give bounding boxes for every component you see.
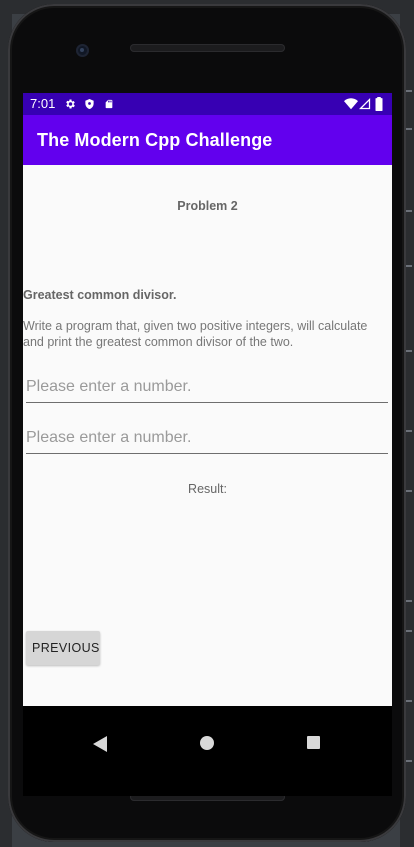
recents-icon[interactable]	[307, 736, 320, 749]
problem-description: Write a program that, given two positive…	[23, 319, 368, 349]
problem-heading: Greatest common divisor.	[23, 288, 177, 302]
signal-icon	[359, 97, 371, 110]
front-camera	[76, 44, 89, 57]
app-title: The Modern Cpp Challenge	[37, 130, 273, 150]
settings-icon	[66, 99, 75, 109]
wifi-icon	[344, 98, 358, 110]
problem-title: Problem 2	[177, 199, 238, 213]
sd-card-icon	[105, 99, 113, 109]
main-content: Problem 2 Greatest common divisor. Write…	[23, 165, 392, 706]
status-time: 7:01	[30, 96, 56, 111]
device-screen: 7:01 The Modern Cpp Challenge Problem 2 …	[23, 93, 392, 796]
phone-frame: 7:01 The Modern Cpp Challenge Problem 2 …	[8, 4, 406, 842]
status-bar: 7:01	[23, 93, 392, 115]
top-speaker	[130, 44, 285, 52]
result-label: Result:	[188, 482, 227, 496]
shield-icon	[85, 98, 94, 110]
back-icon[interactable]	[93, 736, 107, 752]
second-number-input[interactable]	[26, 425, 388, 454]
navigation-bar	[23, 706, 392, 796]
previous-button[interactable]: PREVIOUS	[26, 631, 100, 665]
battery-icon	[375, 97, 383, 111]
app-bar: The Modern Cpp Challenge	[23, 115, 392, 165]
first-number-input[interactable]	[26, 374, 388, 403]
home-icon[interactable]	[200, 736, 214, 750]
